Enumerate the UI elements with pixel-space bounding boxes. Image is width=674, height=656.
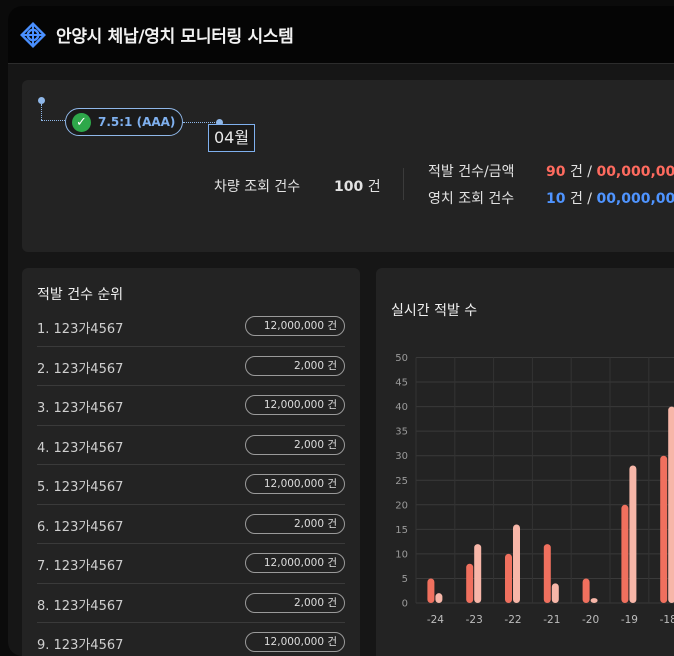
y-tick-label: 45	[395, 378, 408, 389]
timeline-connector	[41, 104, 42, 120]
logo-icon	[20, 22, 46, 48]
ranking-row[interactable]: 6. 123가4567 2,000 건	[37, 505, 345, 544]
vehicle-lookup-value: 100 건	[334, 176, 381, 196]
ranking-count-badge: 12,000,000 건	[245, 553, 345, 573]
app-title: 안양시 체납/영치 모니터링 시스템	[56, 27, 294, 47]
seizure-value: 10 건 / 00,000,000	[546, 188, 674, 208]
ratio-text: 7.5:1 (AAA)	[98, 115, 176, 129]
ranking-plate: 4. 123가4567	[37, 440, 124, 456]
ranking-row[interactable]: 9. 123가4567 12,000,000 건	[37, 623, 345, 656]
app-window: 안양시 체납/영치 모니터링 시스템 ✓ 7.5:1 (AAA) 04월 차량 …	[8, 6, 674, 656]
chart-bar	[660, 455, 668, 603]
y-tick-label: 5	[402, 574, 408, 585]
chart-bar	[629, 465, 637, 603]
ratio-badge: ✓ 7.5:1 (AAA)	[65, 108, 183, 136]
seizure-label: 영치 조회 건수	[428, 191, 515, 207]
chart-bar	[505, 553, 512, 603]
chart-bar	[590, 598, 598, 603]
ranking-panel: 적발 건수 순위 1. 123가4567 12,000,000 건 2. 123…	[22, 268, 360, 656]
ranking-row[interactable]: 4. 123가4567 2,000 건	[37, 426, 345, 465]
y-tick-label: 10	[395, 549, 408, 560]
ranking-count-badge: 12,000,000 건	[245, 632, 345, 652]
chart-bar	[551, 583, 559, 603]
ranking-plate: 5. 123가4567	[37, 480, 124, 495]
y-tick-label: 35	[395, 427, 408, 438]
x-tick-label: -20	[582, 614, 599, 626]
app-header: 안양시 체납/영치 모니터링 시스템	[8, 6, 674, 64]
x-tick-label: -24	[427, 614, 444, 626]
chart-bar	[427, 578, 435, 603]
chart-bar	[474, 544, 482, 603]
y-tick-label: 20	[395, 500, 408, 511]
realtime-chart-panel: 실시간 적발 수 0 5 10 15 20 25 30 35 40 45 50 -24 -23 -22 -2…	[376, 268, 674, 656]
ranking-count-badge: 2,000 건	[245, 434, 345, 455]
violation-value: 90 건 / 00,000,000	[546, 161, 674, 181]
stats-divider	[403, 168, 404, 200]
x-tick-label: -18	[660, 614, 674, 626]
ranking-row[interactable]: 3. 123가4567 12,000,000 건	[37, 386, 345, 426]
chart-bar	[621, 504, 629, 603]
timeline-connector	[41, 120, 67, 121]
y-tick-label: 15	[395, 525, 408, 536]
x-tick-label: -23	[466, 614, 483, 626]
ranking-count-badge: 12,000,000 건	[245, 474, 345, 494]
ranking-plate: 6. 123가4567	[37, 519, 124, 535]
chart-bar	[668, 406, 674, 603]
ranking-count-badge: 2,000 건	[245, 513, 345, 534]
seizure-count: 10	[546, 191, 566, 207]
y-tick-label: 0	[402, 599, 408, 610]
ranking-plate: 7. 123가4567	[37, 559, 124, 574]
violation-label: 적발 건수/금액	[428, 164, 515, 180]
x-tick-label: -19	[621, 614, 638, 626]
chart-bar	[513, 524, 520, 603]
ranking-count-badge: 2,000 건	[245, 592, 345, 613]
x-tick-label: -21	[543, 614, 560, 626]
chart-bar	[435, 593, 443, 603]
chart-bar	[543, 544, 551, 603]
seizure-amount: 00,000,000	[596, 191, 674, 207]
summary-panel: ✓ 7.5:1 (AAA) 04월 차량 조회 건수 100 건 적발 건수/금…	[22, 80, 674, 252]
violation-amount: 00,000,000	[596, 164, 674, 180]
check-icon: ✓	[72, 113, 91, 132]
y-tick-label: 50	[395, 353, 408, 364]
month-selector[interactable]: 04월	[208, 124, 256, 152]
ranking-title: 적발 건수 순위	[37, 287, 124, 303]
ranking-plate: 1. 123가4567	[37, 322, 124, 337]
ranking-plate: 2. 123가4567	[37, 361, 124, 377]
ranking-plate: 3. 123가4567	[37, 401, 124, 416]
ranking-count-badge: 2,000 건	[245, 355, 345, 376]
chart-bar	[582, 578, 590, 603]
ranking-row[interactable]: 2. 123가4567 2,000 건	[37, 347, 345, 386]
violation-count: 90	[546, 164, 566, 180]
timeline-pin-icon	[38, 97, 45, 104]
chart-bar	[466, 563, 474, 603]
ranking-row[interactable]: 8. 123가4567 2,000 건	[37, 584, 345, 623]
ranking-plate: 9. 123가4567	[37, 638, 124, 653]
y-tick-label: 25	[395, 476, 408, 487]
ranking-row[interactable]: 7. 123가4567 12,000,000 건	[37, 544, 345, 584]
ranking-count-badge: 12,000,000 건	[245, 395, 345, 415]
ranking-row[interactable]: 5. 123가4567 12,000,000 건	[37, 465, 345, 505]
realtime-bar-chart: 0 5 10 15 20 25 30 35 40 45 50 -24 -23 -22 -21 -20 -19 -1…	[395, 353, 674, 626]
vehicle-lookup-label: 차량 조회 건수	[214, 179, 301, 195]
seizure-unit: 건	[569, 191, 583, 207]
vehicle-lookup-unit: 건	[367, 179, 381, 195]
ranking-row[interactable]: 1. 123가4567 12,000,000 건	[37, 307, 345, 347]
ranking-count-badge: 12,000,000 건	[245, 316, 345, 336]
y-tick-label: 40	[395, 402, 408, 413]
y-tick-label: 30	[395, 451, 408, 462]
vehicle-lookup-count: 100	[334, 179, 364, 195]
timeline-connector	[183, 122, 219, 123]
violation-unit: 건	[569, 164, 583, 180]
x-tick-label: -22	[504, 614, 521, 626]
ranking-plate: 8. 123가4567	[37, 598, 124, 614]
